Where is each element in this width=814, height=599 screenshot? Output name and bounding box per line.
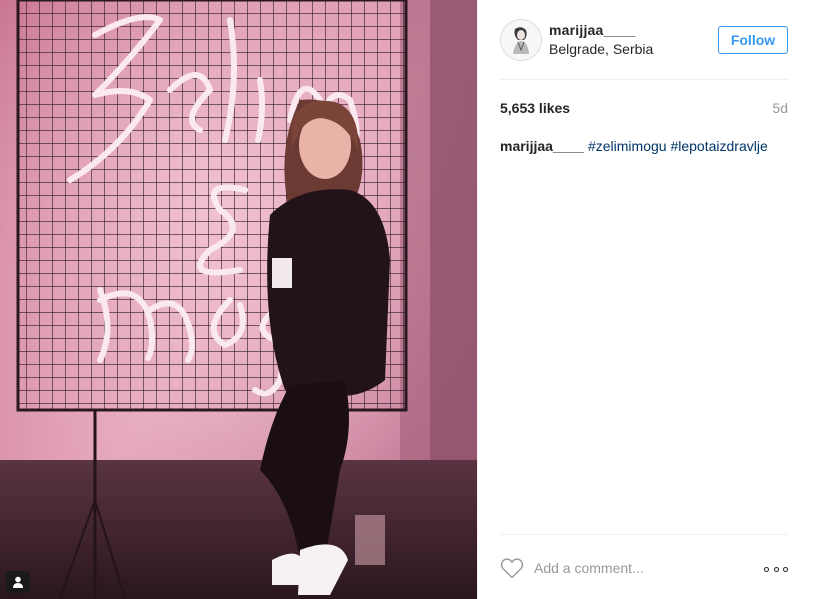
dot (773, 566, 779, 572)
ellipsis-icon[interactable] (764, 565, 788, 573)
likes-count[interactable]: 5,653 likes (500, 100, 570, 116)
avatar[interactable] (500, 19, 542, 61)
post-age[interactable]: 5d (772, 100, 788, 116)
post-username[interactable]: marijjaa____ (549, 22, 635, 38)
follow-button[interactable]: Follow (718, 26, 788, 54)
post-caption: marijjaa____ #zelimimogu #lepotaizdravlj… (500, 138, 768, 154)
post-location[interactable]: Belgrade, Serbia (549, 41, 653, 57)
dot (783, 566, 788, 572)
comment-input[interactable] (534, 557, 744, 579)
caption-username[interactable]: marijjaa____ (500, 138, 584, 154)
photo-scene (0, 0, 477, 599)
divider (500, 534, 788, 535)
post-header: marijjaa____ Belgrade, Serbia Follow (500, 19, 788, 61)
avatar-image (501, 20, 541, 60)
divider (500, 79, 788, 80)
hashtag-link[interactable]: #lepotaizdravlje (670, 138, 767, 154)
user-tag-button[interactable] (6, 571, 30, 593)
post-side-panel: marijjaa____ Belgrade, Serbia Follow 5,6… (478, 0, 814, 599)
hashtag-link[interactable]: #zelimimogu (588, 138, 667, 154)
heart-outline-icon[interactable] (500, 557, 524, 579)
user-tag-icon (13, 576, 23, 588)
dot (764, 566, 769, 572)
post-photo[interactable] (0, 0, 477, 599)
